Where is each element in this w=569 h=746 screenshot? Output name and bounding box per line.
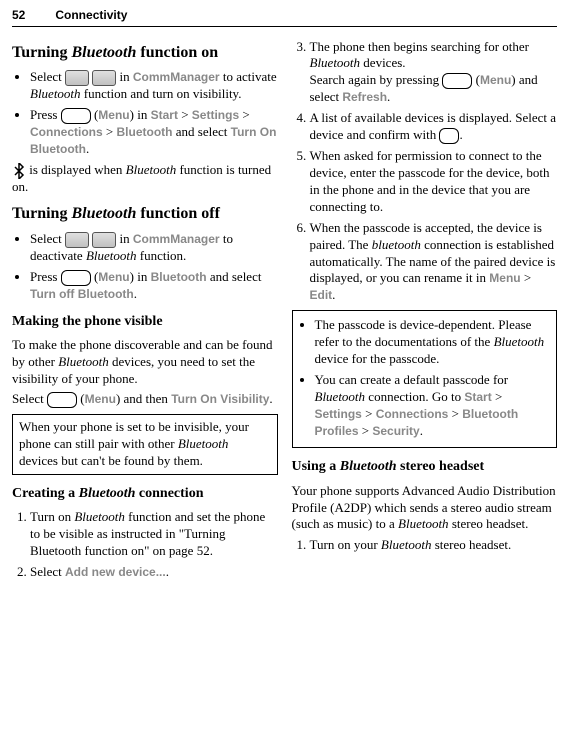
list-item: When asked for permission to connect to … — [310, 148, 558, 216]
paragraph: Select (Menu) and then Turn On Visibilit… — [12, 391, 278, 408]
heading-headset: Using a Bluetooth stereo headset — [292, 458, 558, 476]
ok-key-icon — [439, 128, 459, 144]
paragraph: Your phone supports Advanced Audio Distr… — [292, 483, 558, 534]
note-box: The passcode is device-dependent. Please… — [292, 310, 558, 448]
heading-visible: Making the phone visible — [12, 313, 278, 331]
toggle-off-icon — [65, 70, 89, 86]
heading-turn-on: Turning Bluetooth function on — [12, 43, 278, 64]
list-item: The phone then begins searching for othe… — [310, 39, 558, 107]
page-header: 52 Connectivity — [12, 8, 557, 27]
content-columns: Turning Bluetooth function on Select in … — [12, 35, 557, 585]
softkey-icon — [47, 392, 77, 408]
bluetooth-icon — [12, 163, 26, 179]
toggle-off-icon — [92, 232, 116, 248]
left-column: Turning Bluetooth function on Select in … — [12, 35, 278, 585]
list-item: Turn on your Bluetooth stereo headset. — [310, 537, 558, 554]
list-item: Select Add new device.... — [30, 564, 278, 581]
page-number: 52 — [12, 8, 25, 24]
paragraph: To make the phone discoverable and can b… — [12, 337, 278, 388]
list-item: Select in CommManager to deactivate Blue… — [30, 231, 278, 265]
list-item: Press (Menu) in Bluetooth and select Tur… — [30, 269, 278, 303]
softkey-icon — [442, 73, 472, 89]
toggle-on-icon — [65, 232, 89, 248]
list-item: Select in CommManager to activate Blueto… — [30, 69, 278, 103]
section-title: Connectivity — [55, 8, 127, 24]
softkey-icon — [61, 270, 91, 286]
paragraph: is displayed when Bluetooth function is … — [12, 162, 278, 196]
list-item: When the passcode is accepted, the devic… — [310, 220, 558, 304]
heading-turn-off: Turning Bluetooth function off — [12, 204, 278, 225]
note-box: When your phone is set to be invisible, … — [12, 414, 278, 475]
softkey-icon — [61, 108, 91, 124]
list-item: You can create a default passcode for Bl… — [315, 372, 551, 440]
right-column: The phone then begins searching for othe… — [292, 35, 558, 585]
list-item: A list of available devices is displayed… — [310, 110, 558, 144]
toggle-on-icon — [92, 70, 116, 86]
list-item: Press (Menu) in Start > Settings > Conne… — [30, 107, 278, 158]
heading-creating: Creating a Bluetooth connection — [12, 485, 278, 503]
list-item: Turn on Bluetooth function and set the p… — [30, 509, 278, 560]
list-item: The passcode is device-dependent. Please… — [315, 317, 551, 368]
